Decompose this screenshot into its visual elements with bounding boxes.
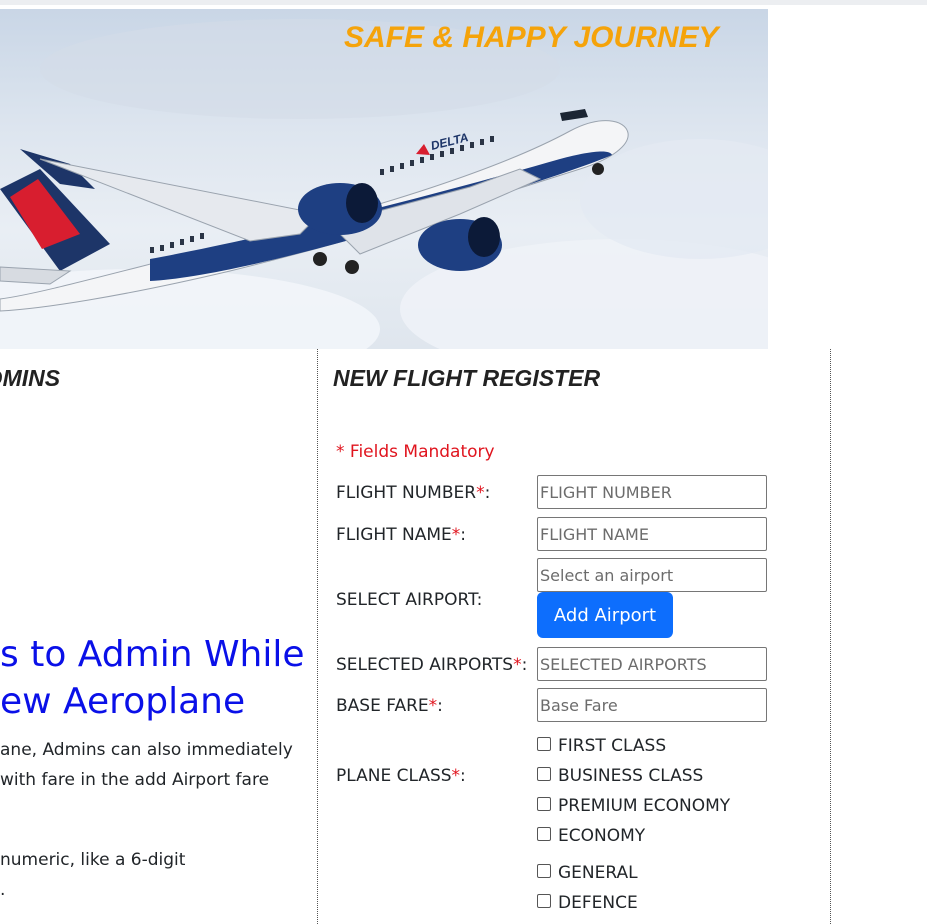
promo-title: s to Admin While ew Aeroplane xyxy=(0,631,305,725)
defence-option[interactable]: DEFENCE xyxy=(537,893,638,913)
promo-title-line-2: ew Aeroplane xyxy=(0,681,246,722)
economy-option[interactable]: ECONOMY xyxy=(537,826,645,846)
mandatory-note: * Fields Mandatory xyxy=(336,442,495,462)
select-airport-input[interactable] xyxy=(537,558,767,592)
base-fare-label: BASE FARE*: xyxy=(336,696,443,716)
form-heading: NEW FLIGHT REGISTER xyxy=(333,365,601,391)
promo-title-line-1: s to Admin While xyxy=(0,634,305,675)
flight-register-form: NEW FLIGHT REGISTER * Fields Mandatory F… xyxy=(318,349,830,924)
column-divider-right xyxy=(830,349,831,924)
browser-top-edge xyxy=(0,0,927,9)
promo-text-line-4: . xyxy=(0,880,6,900)
flight-name-label: FLIGHT NAME*: xyxy=(336,525,466,545)
flight-number-input[interactable] xyxy=(537,475,767,509)
selected-airports-input[interactable] xyxy=(537,647,767,681)
defence-checkbox[interactable] xyxy=(537,894,551,908)
hero-slogan: SAFE & HAPPY JOURNEY xyxy=(344,21,719,54)
promo-text-line-2: with fare in the add Airport fare xyxy=(0,770,270,790)
delta-airplane-image: DELTA xyxy=(0,19,768,349)
select-airport-label: SELECT AIRPORT: xyxy=(336,590,483,610)
premium-economy-option[interactable]: PREMIUM ECONOMY xyxy=(537,796,730,816)
hero-banner: DELTA SAFE & HAPPY JOURNEY xyxy=(0,9,768,349)
first-class-checkbox[interactable] xyxy=(537,737,551,751)
economy-checkbox[interactable] xyxy=(537,827,551,841)
admin-info-panel: DMINS s to Admin While ew Aeroplane ane,… xyxy=(0,349,317,924)
general-option[interactable]: GENERAL xyxy=(537,863,638,883)
plane-class-label: PLANE CLASS*: xyxy=(336,766,466,786)
business-class-checkbox[interactable] xyxy=(537,767,551,781)
business-class-option[interactable]: BUSINESS CLASS xyxy=(537,766,703,786)
flight-number-label: FLIGHT NUMBER*: xyxy=(336,483,491,503)
add-airport-button[interactable]: Add Airport xyxy=(537,592,673,638)
admins-heading: DMINS xyxy=(0,365,61,391)
first-class-option[interactable]: FIRST CLASS xyxy=(537,736,666,756)
flight-name-input[interactable] xyxy=(537,517,767,551)
base-fare-input[interactable] xyxy=(537,688,767,722)
premium-economy-checkbox[interactable] xyxy=(537,797,551,811)
promo-text-line-3: numeric, like a 6-digit xyxy=(0,850,186,870)
selected-airports-label: SELECTED AIRPORTS*: xyxy=(336,655,528,675)
promo-text-line-1: ane, Admins can also immediately xyxy=(0,740,293,760)
general-checkbox[interactable] xyxy=(537,864,551,878)
